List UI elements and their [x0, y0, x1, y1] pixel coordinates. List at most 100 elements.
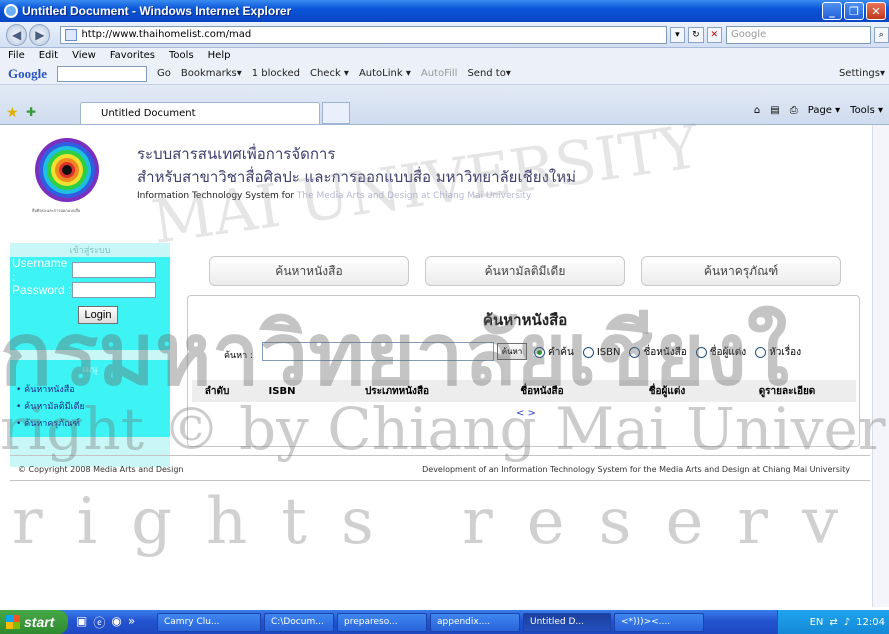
url-input[interactable]: http://www.thaihomelist.com/mad — [60, 25, 667, 44]
page-menu[interactable]: Page ▾ — [808, 105, 840, 116]
window-title: Untitled Document - Windows Internet Exp… — [22, 4, 292, 18]
tab-untitled-document[interactable]: Untitled Document — [80, 102, 320, 124]
menu-file[interactable]: File — [8, 50, 25, 61]
username-input[interactable] — [72, 262, 156, 278]
close-button[interactable]: ✕ — [866, 2, 886, 20]
menu-bar: File Edit View Favorites Tools Help — [0, 48, 889, 63]
page-favicon-icon — [65, 28, 78, 41]
language-indicator[interactable]: EN — [810, 617, 824, 628]
taskbar-item[interactable]: C:\Docum... — [264, 612, 334, 632]
taskbar-item-active[interactable]: Untitled D... — [523, 612, 611, 632]
autofill-button[interactable]: AutoFill — [421, 68, 458, 79]
add-favorite-icon[interactable]: ✚ — [26, 105, 36, 119]
search-button[interactable]: ⌕ — [873, 26, 889, 43]
radio-label: ชื่อหนังสือ — [643, 347, 687, 358]
desktop-icon[interactable]: ▣ — [76, 614, 87, 631]
menu-edit[interactable]: Edit — [39, 50, 58, 61]
book-search-input[interactable] — [262, 342, 494, 361]
radio-author[interactable]: ชื่อผู้แต่ง — [695, 345, 746, 360]
bookmarks-button[interactable]: Bookmarks▾ — [181, 68, 242, 79]
column-header: ชื่อผู้แต่ง — [648, 385, 686, 397]
radio-dot[interactable] — [755, 347, 767, 358]
google-logo[interactable]: Google — [8, 66, 47, 82]
sidebar-divider — [10, 350, 170, 360]
stop-button[interactable]: ✕ — [706, 26, 723, 43]
windows-flag-icon — [6, 615, 20, 629]
radio-keyword[interactable]: คำค้น — [534, 345, 574, 360]
address-bar: ◀ ▶ http://www.thaihomelist.com/mad ▾ ↻ … — [0, 22, 889, 48]
radio-dot[interactable] — [629, 347, 641, 358]
search-label: ค้นหา : — [224, 351, 254, 361]
login-button[interactable]: Login — [78, 306, 118, 324]
radio-dot[interactable] — [534, 347, 545, 358]
password-label: Password : — [12, 283, 72, 297]
ie-quicklaunch-icon[interactable]: ⓔ — [93, 614, 105, 631]
footer-project: Development of an Information Technology… — [422, 465, 850, 474]
feeds-icon[interactable]: ▤ — [770, 105, 779, 116]
autolink-button[interactable]: AutoLink ▾ — [359, 68, 411, 79]
pagination[interactable]: < > — [516, 408, 536, 419]
new-tab-button[interactable] — [322, 102, 350, 124]
tab-bar: ★ ✚ Untitled Document ⌂ ▤ ⎙ Page ▾ Tools… — [0, 85, 889, 125]
settings-button[interactable]: Settings▾ — [839, 68, 885, 79]
volume-icon[interactable]: ♪ — [844, 617, 850, 628]
minimize-button[interactable]: _ — [822, 2, 842, 20]
taskbar-item[interactable]: Camry Clu... — [157, 612, 261, 632]
tools-menu[interactable]: Tools ▾ — [850, 105, 883, 116]
forward-button[interactable]: ▶ — [29, 23, 51, 46]
sidebar-item-search-books[interactable]: • ค้นหาหนังสือ — [16, 382, 170, 399]
radio-isbn[interactable]: ISBN — [582, 347, 621, 358]
back-arrow-icon: ◀ — [12, 27, 22, 42]
media-icon[interactable]: ◉ — [111, 614, 121, 631]
radio-label: คำค้น — [548, 347, 574, 358]
column-header: ISBN — [268, 385, 296, 397]
chevron-right-icon[interactable]: » — [128, 614, 135, 631]
spell-check-button[interactable]: Check ▾ — [310, 68, 349, 79]
url-dropdown-button[interactable]: ▾ — [669, 26, 686, 43]
panel-title: ค้นหาหนังสือ — [483, 311, 568, 329]
google-go-button[interactable]: Go — [157, 68, 171, 79]
favorites-star-icon[interactable]: ★ — [6, 105, 19, 121]
sidebar-item-search-equipment[interactable]: • ค้นหาครุภัณฑ์ — [16, 416, 170, 433]
radio-dot[interactable] — [695, 347, 707, 358]
column-header: ชื่อหนังสือ — [520, 385, 564, 397]
taskbar-item[interactable]: appendix.... — [430, 612, 520, 632]
password-input[interactable] — [72, 282, 156, 298]
radio-label: ISBN — [596, 347, 621, 358]
refresh-button[interactable]: ↻ — [688, 26, 704, 43]
taskbar-item[interactable]: prepareso... — [337, 612, 427, 632]
menu-tools[interactable]: Tools — [169, 50, 194, 61]
radio-subject[interactable]: หัวเรื่อง — [755, 345, 801, 360]
home-icon[interactable]: ⌂ — [754, 105, 760, 116]
start-button[interactable]: start — [0, 610, 68, 634]
header-title-line1: ระบบสารสนเทศเพื่อการจัดการ — [137, 145, 336, 163]
google-search-input[interactable] — [57, 65, 147, 82]
search-books-button[interactable]: ค้นหาหนังสือ — [209, 256, 409, 286]
menu-favorites[interactable]: Favorites — [110, 50, 155, 61]
maximize-button[interactable]: ❐ — [844, 2, 864, 20]
taskbar: start ▣ ⓔ ◉ » Camry Clu... C:\Docum... p… — [0, 610, 889, 634]
search-placeholder: Google — [731, 29, 767, 40]
radio-title[interactable]: ชื่อหนังสือ — [629, 345, 687, 360]
search-panel: ค้นหาหนังสือ ค้นหา : ค้นหา คำค้น ISBN ชื… — [187, 295, 860, 447]
menu-help[interactable]: Help — [208, 50, 231, 61]
book-search-button[interactable]: ค้นหา — [497, 343, 527, 360]
popup-blocked-button[interactable]: 1 blocked — [252, 68, 300, 79]
back-button[interactable]: ◀ — [6, 23, 28, 46]
window-titlebar: Untitled Document - Windows Internet Exp… — [0, 0, 889, 22]
vertical-scrollbar[interactable] — [872, 125, 889, 607]
print-icon[interactable]: ⎙ — [790, 105, 798, 116]
send-to-button[interactable]: Send to▾ — [467, 68, 510, 79]
search-input[interactable]: Google — [726, 25, 871, 44]
sidebar-item-search-multimedia[interactable]: • ค้นหามัลติมีเดีย — [16, 399, 170, 416]
search-multimedia-button[interactable]: ค้นหามัลติมีเดีย — [425, 256, 625, 286]
username-label: Username : — [12, 256, 68, 284]
radio-dot[interactable] — [582, 347, 594, 358]
side-menu: • ค้นหาหนังสือ • ค้นหามัลติมีเดีย • ค้นห… — [10, 380, 170, 437]
forward-arrow-icon: ▶ — [35, 27, 45, 42]
network-icon[interactable]: ⇄ — [829, 617, 837, 628]
menu-view[interactable]: View — [72, 50, 96, 61]
search-equipment-button[interactable]: ค้นหาครุภัณฑ์ — [641, 256, 841, 286]
sidebar: เข้าสู่ระบบ Username : Password : Login … — [10, 243, 170, 467]
taskbar-item[interactable]: <*)))><.... — [614, 612, 704, 632]
